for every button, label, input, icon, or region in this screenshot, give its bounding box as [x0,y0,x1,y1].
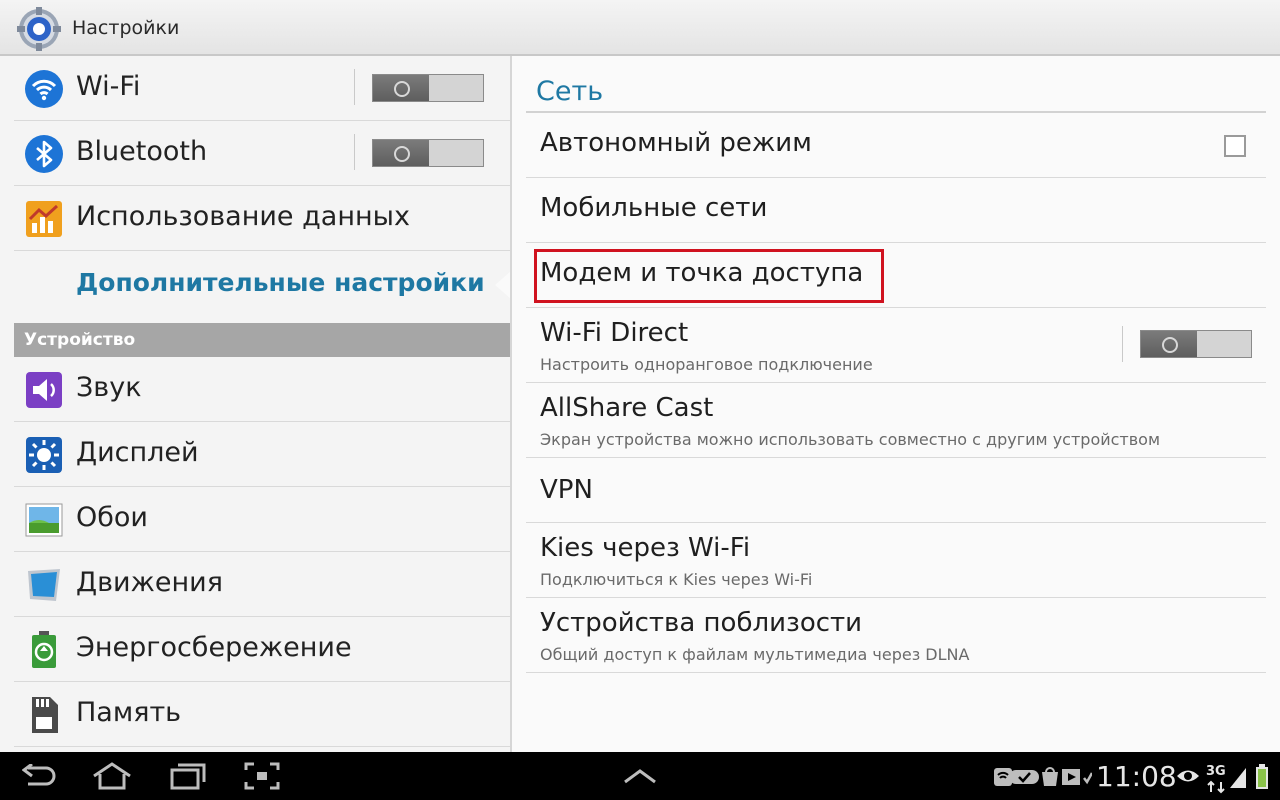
sidebar-item-display[interactable]: Дисплей [14,422,511,487]
list-item-airplane-mode[interactable]: Автономный режим [526,113,1266,178]
back-icon[interactable] [22,764,56,788]
bluetooth-icon [25,135,63,173]
item-subtitle: Настроить одноранговое подключение [540,355,873,374]
item-title: Kies через Wi-Fi [540,533,751,563]
list-item-wifi-direct[interactable]: Wi-Fi Direct Настроить одноранговое подк… [526,308,1266,383]
app-title: Настройки [72,17,180,39]
sidebar-item-label: Движения [76,567,223,598]
pane-title: Сеть [536,76,604,107]
smart-stay-eye-icon [1177,770,1199,782]
sidebar-item-motion[interactable]: Движения [14,552,511,617]
list-item-mobile-networks[interactable]: Мобильные сети [526,178,1266,243]
sidebar-item-label: Использование данных [76,201,410,232]
sidebar-item-label: Звук [76,372,142,403]
sidebar-item-storage[interactable]: Память [14,682,511,747]
wallpaper-icon [25,503,63,537]
action-bar: Настройки [0,0,1280,56]
sidebar-item-label: Bluetooth [76,136,208,167]
sidebar-item-label: Память [76,697,182,728]
screenshot-icon[interactable] [244,762,280,790]
sidebar-item-label: Обои [76,502,148,533]
sidebar-item-label: Энергосбережение [76,632,352,663]
sidebar-item-label: Дополнительные настройки [76,268,485,297]
divider [1122,326,1123,362]
settings-categories-pane: Wi-Fi Bluetooth Использование данных Доп… [0,56,512,752]
list-item-nearby-devices[interactable]: Устройства поблизости Общий доступ к фай… [526,598,1266,673]
item-subtitle: Общий доступ к файлам мультимедиа через … [540,645,970,664]
sidebar-item-wifi[interactable]: Wi-Fi [14,56,511,121]
list-item-allshare-cast[interactable]: AllShare Cast Экран устройства можно исп… [526,383,1266,458]
sound-icon [26,372,62,408]
clock: 11:08 [1096,760,1177,793]
section-header-device: Устройство [14,323,511,357]
sidebar-item-data-usage[interactable]: Использование данных [14,186,511,251]
data-usage-icon [26,201,62,237]
settings-gear-icon[interactable] [16,6,62,52]
divider [354,69,355,105]
sidebar-item-label: Wi-Fi [76,71,141,102]
list-item-vpn[interactable]: VPN [526,458,1266,523]
data-activity-icon [1207,780,1225,794]
sidebar-item-wallpaper[interactable]: Обои [14,487,511,552]
item-title: Устройства поблизости [540,608,863,638]
wifi-direct-toggle[interactable] [1140,330,1252,358]
item-title: AllShare Cast [540,393,714,423]
system-bar: 11:08 3G [0,752,1280,800]
network-type: 3G [1206,764,1226,779]
network-settings-pane: Сеть Автономный режим Мобильные сети Мод… [512,56,1280,752]
item-title: Мобильные сети [540,193,768,223]
sidebar-item-sound[interactable]: Звук [14,357,511,422]
display-icon [26,437,62,473]
sidebar-item-bluetooth[interactable]: Bluetooth [14,121,511,186]
recent-apps-icon[interactable] [170,762,206,790]
sidebar-item-label: Дисплей [76,437,199,468]
item-subtitle: Экран устройства можно использовать совм… [540,430,1161,449]
item-title: Wi-Fi Direct [540,318,689,348]
signal-strength-icon [1230,768,1246,788]
motion-icon [28,569,60,601]
highlight-box [534,249,884,303]
selection-indicator [495,271,511,299]
notification-icons[interactable] [992,766,1092,788]
storage-icon [32,697,58,733]
sidebar-item-more-settings[interactable]: Дополнительные настройки [14,251,511,316]
battery-icon [1256,764,1268,789]
power-saving-icon [32,631,56,668]
wifi-icon [25,70,63,108]
item-title: VPN [540,475,593,505]
item-subtitle: Подключиться к Kies через Wi-Fi [540,570,813,589]
sidebar-item-power-saving[interactable]: Энергосбережение [14,617,511,682]
divider [354,134,355,170]
airplane-mode-checkbox[interactable] [1224,135,1246,157]
list-item-kies-wifi[interactable]: Kies через Wi-Fi Подключиться к Kies чер… [526,523,1266,598]
section-header-label: Устройство [24,330,136,350]
home-icon[interactable] [92,762,132,790]
item-title: Автономный режим [540,128,812,158]
wifi-toggle[interactable] [372,74,484,102]
expand-up-icon[interactable] [622,768,658,784]
bluetooth-toggle[interactable] [372,139,484,167]
